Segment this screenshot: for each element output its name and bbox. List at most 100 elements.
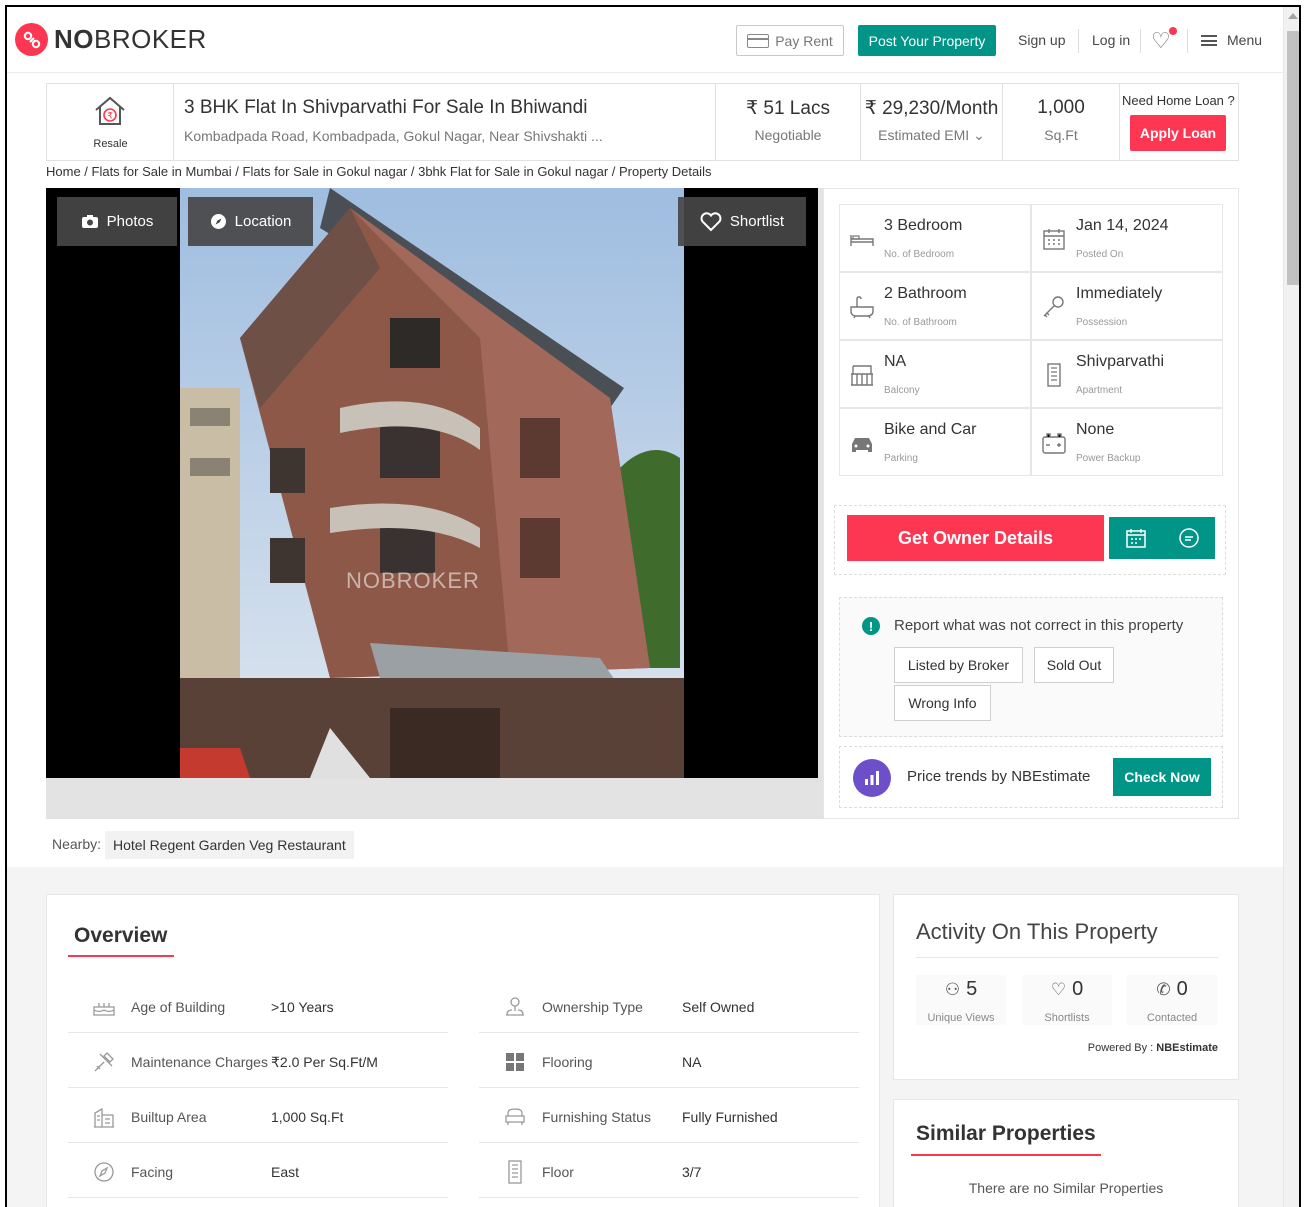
overview-value: Self Owned — [682, 999, 755, 1015]
scrollbar[interactable] — [1283, 7, 1299, 1207]
spec-power-backup: None Power Backup — [1031, 408, 1223, 476]
overview-value: >10 Years — [271, 999, 334, 1015]
breadcrumb[interactable]: Home / Flats for Sale in Mumbai / Flats … — [46, 164, 711, 179]
menu-button[interactable]: Menu — [1227, 32, 1262, 48]
resale-badge: ₹ Resale — [47, 84, 174, 160]
chevron-down-icon: ⌄ — [973, 127, 985, 143]
gallery-container: NOBROKER Photos Location Shortlist — [46, 188, 823, 819]
photos-label: Photos — [106, 213, 154, 230]
report-listed-by-broker[interactable]: Listed by Broker — [894, 647, 1023, 683]
overview-title: Overview — [74, 924, 168, 947]
calendar-icon — [1125, 529, 1146, 548]
divider — [1078, 29, 1079, 53]
svg-text:₹: ₹ — [107, 112, 113, 122]
overview-row: Age of Building >10 Years — [68, 978, 448, 1033]
home-loan-block: Need Home Loan ? Apply Loan — [1120, 84, 1239, 160]
spec-value: Bike and Car — [884, 421, 977, 438]
activity-shortlists: ♡ 0 Shortlists — [1022, 975, 1112, 1025]
overview-row: Ownership Type Self Owned — [479, 978, 859, 1033]
title-underline — [68, 955, 174, 957]
apply-loan-button[interactable]: Apply Loan — [1130, 115, 1226, 151]
divider — [1140, 29, 1141, 53]
spec-value: None — [1076, 421, 1115, 438]
divider — [1187, 29, 1188, 53]
activity-label: Shortlists — [1044, 1012, 1090, 1024]
property-price: ₹ 51 Lacs — [746, 98, 830, 119]
browser-viewport: NOBROKER Pay Rent Post Your Property Sig… — [5, 5, 1301, 1207]
sign-up-link[interactable]: Sign up — [1018, 32, 1065, 48]
spec-label: Balcony — [884, 385, 920, 396]
nearby-bar: Nearby: Hotel Regent Garden Veg Restaura… — [46, 829, 823, 865]
get-owner-details-button[interactable]: Get Owner Details — [847, 515, 1104, 561]
tiles-icon — [506, 1053, 524, 1071]
area-block: 1,000 Sq.Ft — [1003, 84, 1120, 160]
spec-label: Power Backup — [1076, 453, 1141, 464]
activity-count: 5 — [966, 978, 978, 1000]
powered-by: Powered By : NBEstimate — [1088, 1042, 1218, 1054]
user-icon: ⚇ — [944, 979, 961, 999]
spec-bathroom: 2 Bathroom No. of Bathroom — [839, 272, 1031, 340]
log-in-link[interactable]: Log in — [1092, 32, 1130, 48]
property-gallery[interactable]: NOBROKER Photos Location Shortlist — [46, 188, 818, 778]
price-trends: Price trends by NBEstimate Check Now — [839, 746, 1223, 808]
property-photo[interactable] — [180, 188, 684, 778]
report-title: Report what was not correct in this prop… — [894, 617, 1184, 634]
shortlist-button[interactable]: Shortlist — [678, 197, 806, 246]
scrollbar-thumb[interactable] — [1287, 31, 1299, 285]
chat-icon — [1178, 528, 1199, 548]
title-underline — [911, 1154, 1101, 1156]
spec-apartment: Shivparvathi Apartment — [1031, 340, 1223, 408]
heart-icon — [700, 211, 722, 231]
alert-icon: ! — [862, 617, 880, 635]
post-property-button[interactable]: Post Your Property — [858, 25, 996, 56]
chart-icon — [853, 759, 891, 797]
location-button[interactable]: Location — [188, 197, 313, 246]
spec-label: Posted On — [1076, 249, 1124, 260]
pay-rent-button[interactable]: Pay Rent — [736, 25, 844, 56]
balcony-icon — [851, 365, 873, 386]
photos-button[interactable]: Photos — [57, 197, 177, 246]
spec-label: Apartment — [1076, 385, 1123, 396]
heart-icon: ♡ — [1050, 979, 1067, 999]
spec-value: Jan 14, 2024 — [1076, 217, 1169, 234]
property-address: Kombadpada Road, Kombadpada, Gokul Nagar… — [184, 128, 603, 144]
shortlist-label: Shortlist — [729, 213, 785, 230]
overview-label: Age of Building — [131, 999, 226, 1015]
spec-value: NA — [884, 353, 907, 370]
loan-question: Need Home Loan ? — [1122, 93, 1235, 108]
notification-dot — [1169, 27, 1177, 35]
shortlist-heart-icon[interactable]: ♡ — [1151, 28, 1171, 54]
powered-by-label: Powered By : — [1087, 1042, 1154, 1054]
bathtub-icon — [850, 296, 874, 319]
owner-actions: Get Owner Details — [834, 505, 1226, 575]
hamburger-icon[interactable] — [1201, 35, 1217, 46]
report-wrong-info[interactable]: Wrong Info — [894, 685, 991, 721]
area-value: 1,000 — [1037, 97, 1085, 118]
similar-properties-card: Similar Properties There are no Similar … — [893, 1099, 1239, 1207]
overview-label: Furnishing Status — [542, 1109, 651, 1125]
nobroker-logo[interactable]: NOBROKER — [15, 23, 207, 56]
overview-label: Maintenance Charges — [131, 1054, 268, 1070]
scroll-up-arrow-icon[interactable] — [1288, 13, 1298, 19]
phone-icon: ✆ — [1156, 979, 1171, 999]
spec-value: Shivparvathi — [1076, 353, 1165, 370]
pay-rent-label: Pay Rent — [775, 32, 833, 49]
calendar-icon — [1043, 229, 1065, 250]
spec-label: Parking — [884, 453, 918, 464]
property-title: 3 BHK Flat In Shivparvathi For Sale In B… — [184, 97, 588, 118]
schedule-visit-button[interactable] — [1109, 517, 1162, 559]
price-trends-text: Price trends by NBEstimate — [907, 768, 1091, 785]
sofa-icon — [505, 1108, 525, 1125]
site-header: NOBROKER Pay Rent Post Your Property Sig… — [7, 7, 1283, 73]
title-block: 3 BHK Flat In Shivparvathi For Sale In B… — [174, 84, 716, 160]
overview-row: Maintenance Charges ₹2.0 Per Sq.Ft/M — [68, 1033, 448, 1088]
nearby-place-chip[interactable]: Hotel Regent Garden Veg Restaurant — [105, 831, 354, 859]
report-sold-out[interactable]: Sold Out — [1034, 647, 1114, 683]
chat-button[interactable] — [1162, 517, 1215, 559]
emi-block[interactable]: ₹ 29,230/Month Estimated EMI ⌄ — [861, 84, 1003, 160]
spec-possession: Immediately Possession — [1031, 272, 1223, 340]
activity-label: Contacted — [1146, 1012, 1198, 1024]
check-now-button[interactable]: Check Now — [1113, 758, 1211, 796]
overview-value: Fully Furnished — [682, 1109, 778, 1125]
activity-count: 0 — [1176, 978, 1188, 1000]
